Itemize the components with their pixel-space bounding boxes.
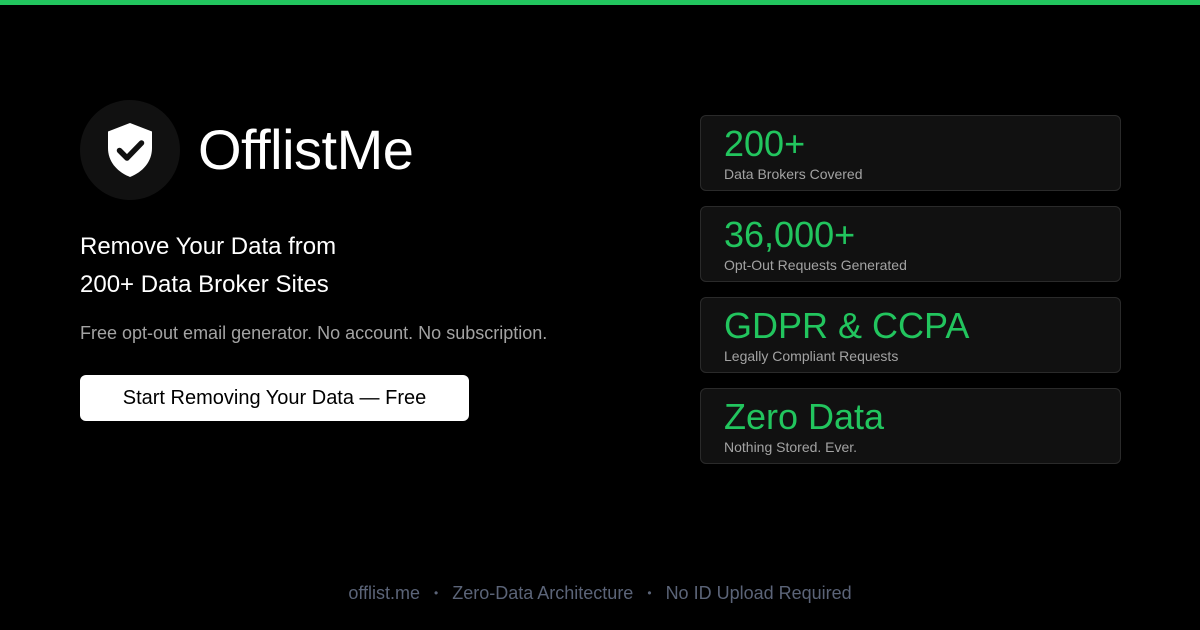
footer-separator: •: [434, 586, 439, 600]
stat-label: Opt-Out Requests Generated: [724, 257, 907, 273]
footer-architecture: Zero-Data Architecture: [452, 583, 634, 603]
brand-header: OfflistMe: [80, 100, 414, 200]
brand-logo: [80, 100, 180, 200]
stat-label: Legally Compliant Requests: [724, 348, 899, 364]
stat-value: 200+: [724, 123, 806, 164]
stats-list: 200+ Data Brokers Covered 36,000+ Opt-Ou…: [700, 115, 1121, 479]
stat-card-compliance: GDPR & CCPA Legally Compliant Requests: [700, 297, 1121, 373]
footer: offlist.me • Zero-Data Architecture • No…: [0, 582, 1200, 604]
stat-card-zero-data: Zero Data Nothing Stored. Ever.: [700, 388, 1121, 464]
hero-subline: Free opt-out email generator. No account…: [80, 323, 548, 343]
headline-line-2: 200+ Data Broker Sites: [80, 271, 329, 298]
shield-check-icon: [108, 123, 152, 177]
stat-card-brokers: 200+ Data Brokers Covered: [700, 115, 1121, 191]
stat-value: 36,000+: [724, 214, 856, 255]
og-banner: OfflistMe Remove Your Data from 200+ Dat…: [0, 0, 1200, 630]
stat-value: GDPR & CCPA: [724, 305, 970, 346]
stat-value: Zero Data: [724, 396, 885, 437]
hero-headline: Remove Your Data from 200+ Data Broker S…: [80, 228, 600, 304]
start-removing-button[interactable]: Start Removing Your Data — Free: [80, 375, 469, 421]
brand-name: OfflistMe: [198, 118, 414, 181]
top-accent-bar: [0, 0, 1200, 5]
stat-label: Nothing Stored. Ever.: [724, 439, 858, 455]
footer-separator: •: [647, 586, 652, 600]
stat-label: Data Brokers Covered: [724, 166, 863, 182]
footer-no-id: No ID Upload Required: [665, 583, 852, 603]
headline-line-1: Remove Your Data from: [80, 233, 337, 260]
footer-domain: offlist.me: [348, 583, 421, 603]
stat-card-requests: 36,000+ Opt-Out Requests Generated: [700, 206, 1121, 282]
